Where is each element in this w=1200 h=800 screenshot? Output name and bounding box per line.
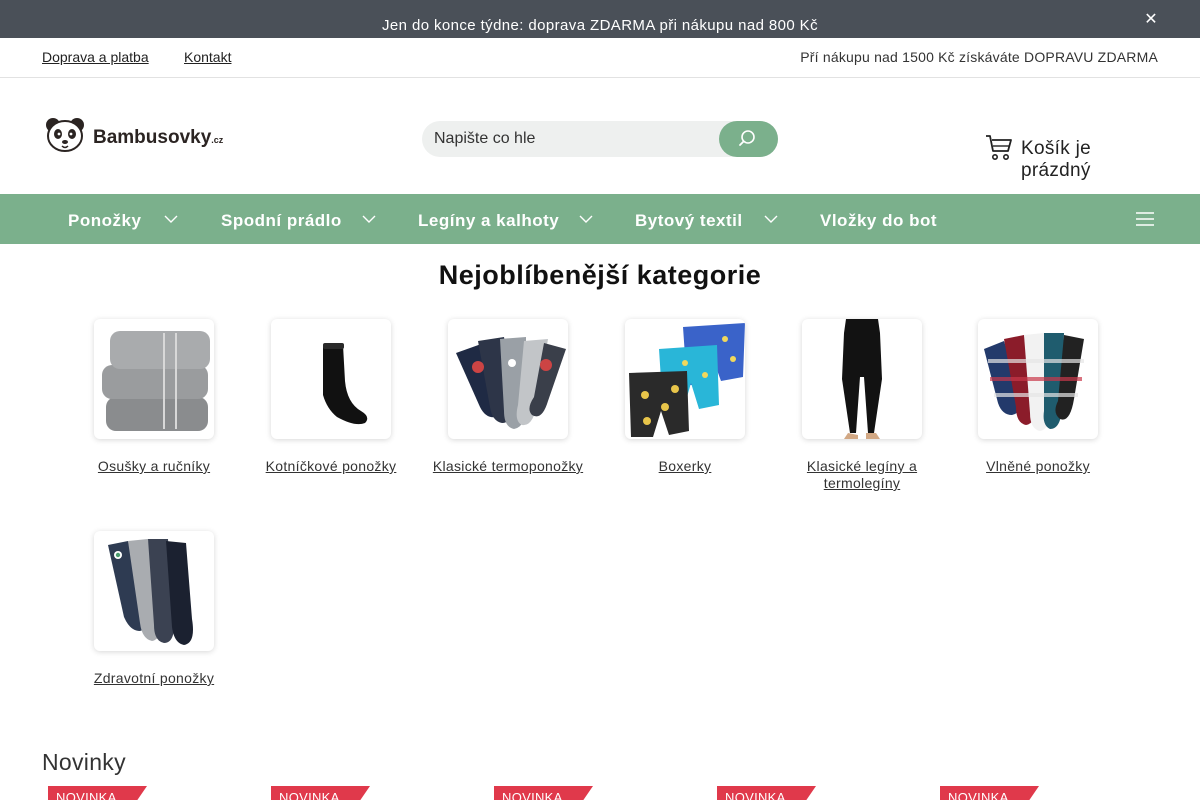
- new-badge: NOVINKA: [717, 786, 816, 800]
- top-links-bar: Doprava a platba Kontakt Pří nákupu nad …: [0, 38, 1200, 78]
- hamburger-icon[interactable]: [1134, 209, 1156, 229]
- category-name[interactable]: Klasické legíny a termolegíny: [776, 458, 948, 492]
- category-image: [802, 319, 922, 439]
- announcement-bar: Jen do konce týdne: doprava ZDARMA při n…: [0, 0, 1200, 38]
- nav-item-label: Ponožky: [68, 211, 142, 230]
- logo-text: Bambusovky.cz: [93, 127, 224, 148]
- search-input[interactable]: [422, 121, 718, 157]
- category-name[interactable]: Klasické termoponožky: [422, 458, 594, 475]
- chevron-down-icon: [164, 215, 178, 223]
- cart-button[interactable]: Košík je prázdný: [984, 132, 1164, 181]
- nav-item-bytovy-textil[interactable]: Bytový textil: [635, 194, 785, 244]
- new-badge: NOVINKA: [271, 786, 370, 800]
- badge-label: NOVINKA: [56, 790, 117, 800]
- category-image: [271, 319, 391, 439]
- category-image: [448, 319, 568, 439]
- badge-label: NOVINKA: [948, 790, 1009, 800]
- announcement-text: Jen do konce týdne: doprava ZDARMA při n…: [382, 17, 818, 34]
- nav-item-ponozky[interactable]: Ponožky: [68, 194, 188, 244]
- news-section-title: Novinky: [42, 749, 126, 775]
- new-badge: NOVINKA: [494, 786, 593, 800]
- nav-item-leginy-kalhoty[interactable]: Legíny a kalhoty: [418, 194, 598, 244]
- main-navigation: Ponožky Spodní prádlo Legíny a kalhoty B…: [0, 194, 1200, 244]
- new-badge: NOVINKA: [940, 786, 1039, 800]
- link-shipping-payment[interactable]: Doprava a platba: [42, 49, 149, 65]
- chevron-down-icon: [764, 215, 778, 223]
- new-badge: NOVINKA: [48, 786, 147, 800]
- badge-label: NOVINKA: [502, 790, 563, 800]
- site-header: Bambusovky.cz Košík je prázdný: [0, 78, 1200, 194]
- close-icon[interactable]: ✕: [1144, 9, 1158, 29]
- link-contact[interactable]: Kontakt: [184, 49, 231, 65]
- logo[interactable]: Bambusovky.cz: [44, 116, 224, 156]
- category-name[interactable]: Kotníčkové ponožky: [245, 458, 417, 475]
- category-name[interactable]: Zdravotní ponožky: [68, 670, 240, 687]
- chevron-down-icon: [362, 215, 376, 223]
- nav-item-label: Legíny a kalhoty: [418, 211, 560, 230]
- badge-label: NOVINKA: [279, 790, 340, 800]
- category-name[interactable]: Osušky a ručníky: [68, 458, 240, 475]
- cart-icon: [986, 135, 1012, 160]
- search-bar: [422, 121, 778, 157]
- categories-title: Nejoblíbenější kategorie: [438, 260, 762, 290]
- panda-logo-icon: [46, 118, 84, 152]
- nav-item-vlozky-do-bot[interactable]: Vložky do bot: [820, 194, 940, 244]
- nav-item-label: Vložky do bot: [820, 211, 937, 230]
- badge-label: NOVINKA: [725, 790, 786, 800]
- category-image: [978, 319, 1098, 439]
- shipping-promo-text: Pří nákupu nad 1500 Kč získáváte DOPRAVU…: [800, 49, 1158, 65]
- search-button[interactable]: [719, 121, 778, 157]
- chevron-down-icon: [579, 215, 593, 223]
- search-icon: [739, 130, 755, 146]
- category-image: [94, 319, 214, 439]
- nav-item-label: Spodní prádlo: [221, 211, 342, 230]
- cart-label: Košík je prázdný: [1021, 138, 1091, 181]
- nav-item-spodni-pradlo[interactable]: Spodní prádlo: [221, 194, 381, 244]
- category-image: [94, 531, 214, 651]
- nav-item-label: Bytový textil: [635, 211, 743, 230]
- category-name[interactable]: Vlněné ponožky: [952, 458, 1124, 475]
- category-image: [625, 319, 745, 439]
- category-name[interactable]: Boxerky: [599, 458, 771, 475]
